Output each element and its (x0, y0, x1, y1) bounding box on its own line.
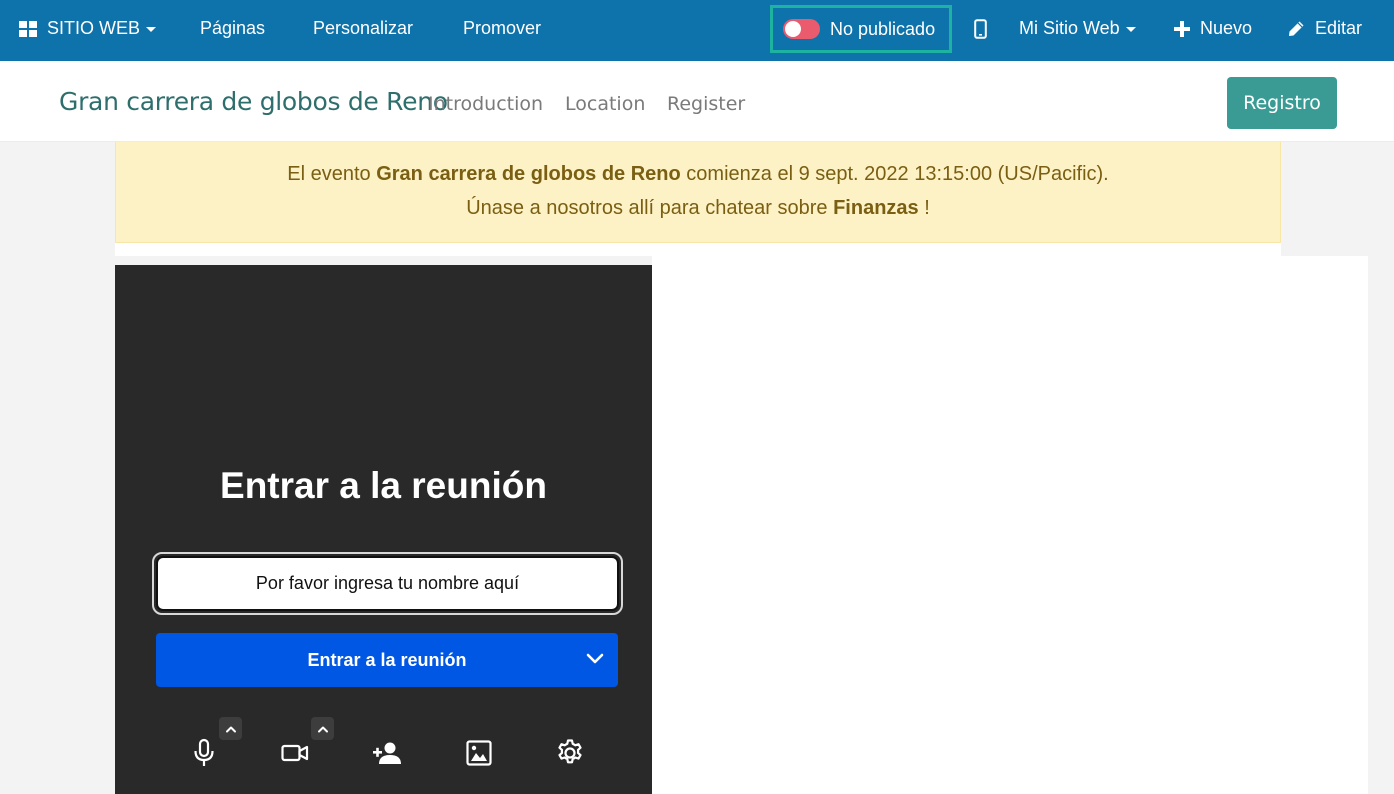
join-meeting-button[interactable]: Entrar a la reunión (156, 633, 618, 687)
invite-person-icon[interactable] (369, 735, 405, 771)
new-button[interactable]: Nuevo (1174, 0, 1252, 57)
alert-suffix: ! (918, 197, 930, 219)
new-label: Nuevo (1200, 18, 1253, 38)
my-site-label: Mi Sitio Web (1019, 18, 1120, 38)
microphone-icon[interactable] (186, 735, 222, 771)
chevron-down-icon (146, 27, 157, 32)
edit-label: Editar (1315, 18, 1363, 38)
alert-event-name: Gran carrera de globos de Reno (376, 163, 681, 185)
pages-menu[interactable]: Páginas (200, 0, 265, 57)
customize-menu[interactable]: Personalizar (313, 0, 413, 57)
alert-line-2: Únase a nosotros allí para chatear sobre… (116, 197, 1280, 220)
meeting-embed: Entrar a la reunión Entrar a la reunión (115, 265, 652, 794)
nav-link-location[interactable]: Location (565, 93, 645, 115)
register-button[interactable]: Registro (1227, 77, 1337, 129)
admin-topbar: SITIO WEB Páginas Personalizar Promover … (0, 0, 1394, 61)
publish-status-label: No publicado (830, 18, 936, 39)
toggle-knob (785, 21, 801, 37)
alert-start-date: comienza el 9 sept. 2022 13:15:00 (US/Pa… (680, 163, 1109, 185)
website-menu-label: SITIO WEB (47, 18, 141, 38)
mobile-phone-icon (974, 18, 987, 39)
site-title[interactable]: Gran carrera de globos de Reno (59, 87, 448, 116)
publish-toggle[interactable]: No publicado (770, 5, 952, 53)
content-area (115, 243, 1281, 256)
alert-topic: Finanzas (833, 197, 919, 219)
grid-icon (19, 20, 37, 37)
site-header: Gran carrera de globos de Reno Introduct… (0, 61, 1394, 142)
website-menu[interactable]: SITIO WEB (19, 0, 157, 57)
my-site-menu[interactable]: Mi Sitio Web (1019, 0, 1136, 57)
name-input[interactable] (156, 556, 619, 611)
camera-icon[interactable] (277, 735, 313, 771)
name-input-focus-ring (152, 552, 623, 615)
alert-prefix: El evento (287, 163, 377, 185)
alert-line-1: El evento Gran carrera de globos de Reno… (116, 163, 1280, 186)
pages-label: Páginas (200, 18, 266, 38)
chevron-down-icon[interactable] (586, 649, 604, 670)
background-image-icon[interactable] (461, 735, 497, 771)
chevron-down-icon (1125, 27, 1136, 32)
pencil-icon (1288, 20, 1305, 37)
mic-options-chevron-up-icon[interactable] (219, 717, 242, 740)
edit-button[interactable]: Editar (1288, 0, 1362, 57)
customize-label: Personalizar (313, 18, 414, 38)
join-meeting-label: Entrar a la reunión (307, 649, 467, 670)
alert-chat-prefix: Únase a nosotros allí para chatear sobre (466, 197, 834, 219)
mobile-preview-button[interactable] (974, 0, 987, 57)
event-alert-banner: El evento Gran carrera de globos de Reno… (115, 142, 1281, 243)
meeting-title: Entrar a la reunión (220, 465, 547, 506)
promote-label: Promover (463, 18, 542, 38)
toggle-switch[interactable] (783, 19, 820, 39)
nav-link-register[interactable]: Register (667, 93, 745, 115)
camera-options-chevron-up-icon[interactable] (311, 717, 334, 740)
settings-gear-icon[interactable] (552, 735, 588, 771)
content-right-area (652, 256, 1368, 794)
promote-menu[interactable]: Promover (463, 0, 541, 57)
nav-link-introduction[interactable]: Introduction (428, 93, 543, 115)
plus-icon (1174, 20, 1190, 37)
